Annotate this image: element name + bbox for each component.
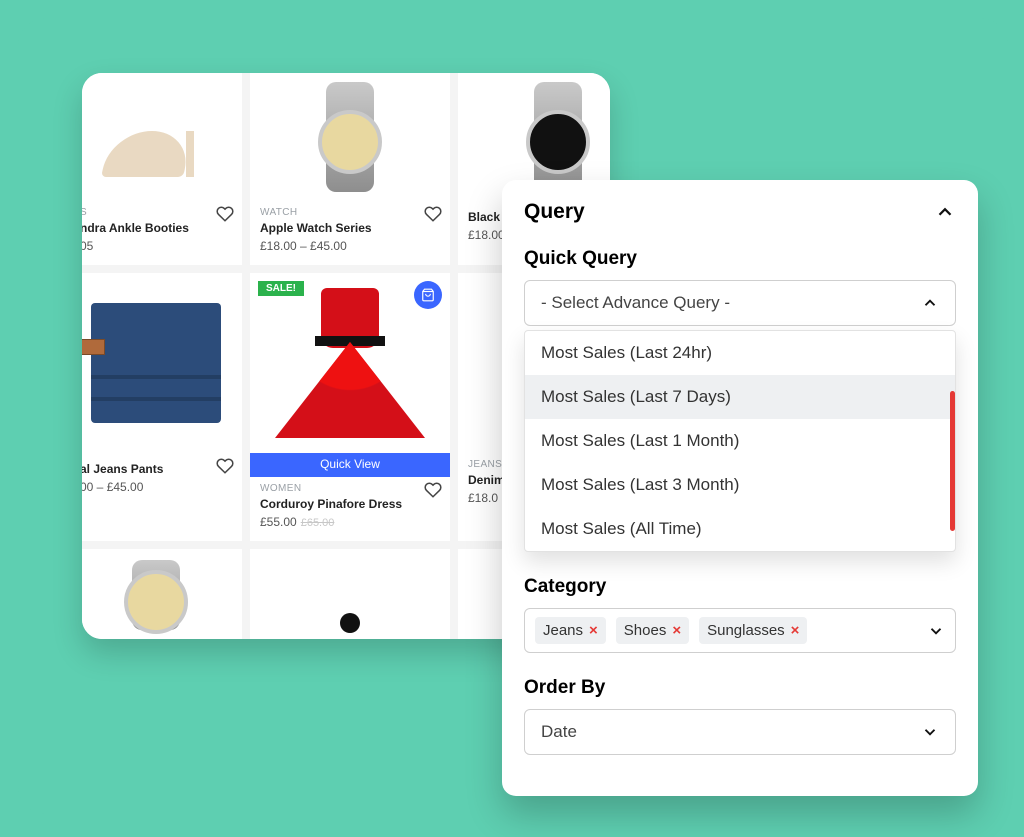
category-select[interactable]: Jeans× Shoes× Sunglasses× bbox=[524, 608, 956, 653]
product-title: al Jeans Pants bbox=[82, 462, 232, 476]
product-price: £55.00£65.00 bbox=[260, 515, 440, 529]
heart-icon[interactable] bbox=[216, 457, 234, 475]
product-image: SALE! bbox=[250, 273, 450, 453]
category-label: Category bbox=[524, 576, 956, 598]
product-card[interactable] bbox=[82, 549, 242, 639]
category-chip[interactable]: Shoes× bbox=[616, 617, 689, 644]
quick-query-select[interactable]: - Select Advance Query - bbox=[524, 280, 956, 326]
dropdown-option[interactable]: Most Sales (Last 3 Month) bbox=[525, 463, 955, 507]
product-title: Corduroy Pinafore Dress bbox=[260, 497, 440, 511]
category-chip[interactable]: Jeans× bbox=[535, 617, 606, 644]
category-chip[interactable]: Sunglasses× bbox=[699, 617, 807, 644]
product-image bbox=[250, 549, 450, 639]
product-image bbox=[250, 73, 450, 201]
product-title: Apple Watch Series bbox=[260, 221, 440, 235]
dropdown-option[interactable]: Most Sales (Last 1 Month) bbox=[525, 419, 955, 463]
product-card[interactable]: WATCH Apple Watch Series £18.00 – £45.00 bbox=[250, 73, 450, 265]
chevron-down-icon bbox=[921, 723, 939, 741]
product-title: ndra Ankle Booties bbox=[82, 221, 232, 235]
product-card[interactable]: al Jeans Pants 00 – £45.00 bbox=[82, 273, 242, 541]
select-placeholder: - Select Advance Query - bbox=[541, 293, 730, 313]
quick-query-dropdown: Most Sales (Last 24hr) Most Sales (Last … bbox=[524, 330, 956, 552]
dropdown-option[interactable]: Most Sales (Last 24hr) bbox=[525, 331, 955, 375]
product-price: £18.00 – £45.00 bbox=[260, 239, 440, 253]
product-category: WOMEN bbox=[260, 483, 440, 494]
dropdown-scrollbar[interactable] bbox=[950, 391, 955, 531]
quick-query-label: Quick Query bbox=[524, 248, 956, 270]
orderby-select[interactable]: Date bbox=[524, 709, 956, 755]
orderby-label: Order By bbox=[524, 677, 956, 699]
product-category: WATCH bbox=[260, 207, 440, 218]
product-image bbox=[82, 273, 242, 453]
product-category: S bbox=[82, 207, 232, 218]
heart-icon[interactable] bbox=[424, 205, 442, 223]
product-price: 00 – £45.00 bbox=[82, 480, 232, 494]
chip-remove-icon[interactable]: × bbox=[791, 622, 800, 639]
chip-remove-icon[interactable]: × bbox=[672, 622, 681, 639]
query-panel: Query Quick Query - Select Advance Query… bbox=[502, 180, 978, 796]
product-card[interactable]: S ndra Ankle Booties 05 bbox=[82, 73, 242, 265]
product-card[interactable]: SALE! Quick View WOMEN Corduroy Pinafore… bbox=[250, 273, 450, 541]
product-price: 05 bbox=[82, 239, 232, 253]
heart-icon[interactable] bbox=[424, 481, 442, 499]
chevron-up-icon bbox=[921, 294, 939, 312]
product-card[interactable] bbox=[250, 549, 450, 639]
app-canvas: S ndra Ankle Booties 05 WATCH Apple Watc… bbox=[18, 18, 1008, 814]
chip-remove-icon[interactable]: × bbox=[589, 622, 598, 639]
chevron-down-icon[interactable] bbox=[927, 622, 945, 640]
chevron-up-icon[interactable] bbox=[934, 201, 956, 223]
panel-title: Query bbox=[524, 200, 585, 224]
product-image bbox=[82, 549, 242, 639]
dropdown-option[interactable]: Most Sales (Last 7 Days) bbox=[525, 375, 955, 419]
dropdown-option[interactable]: Most Sales (All Time) bbox=[525, 507, 955, 551]
heart-icon[interactable] bbox=[216, 205, 234, 223]
orderby-value: Date bbox=[541, 722, 577, 742]
product-image bbox=[82, 73, 242, 201]
quick-view-button[interactable]: Quick View bbox=[250, 451, 450, 477]
